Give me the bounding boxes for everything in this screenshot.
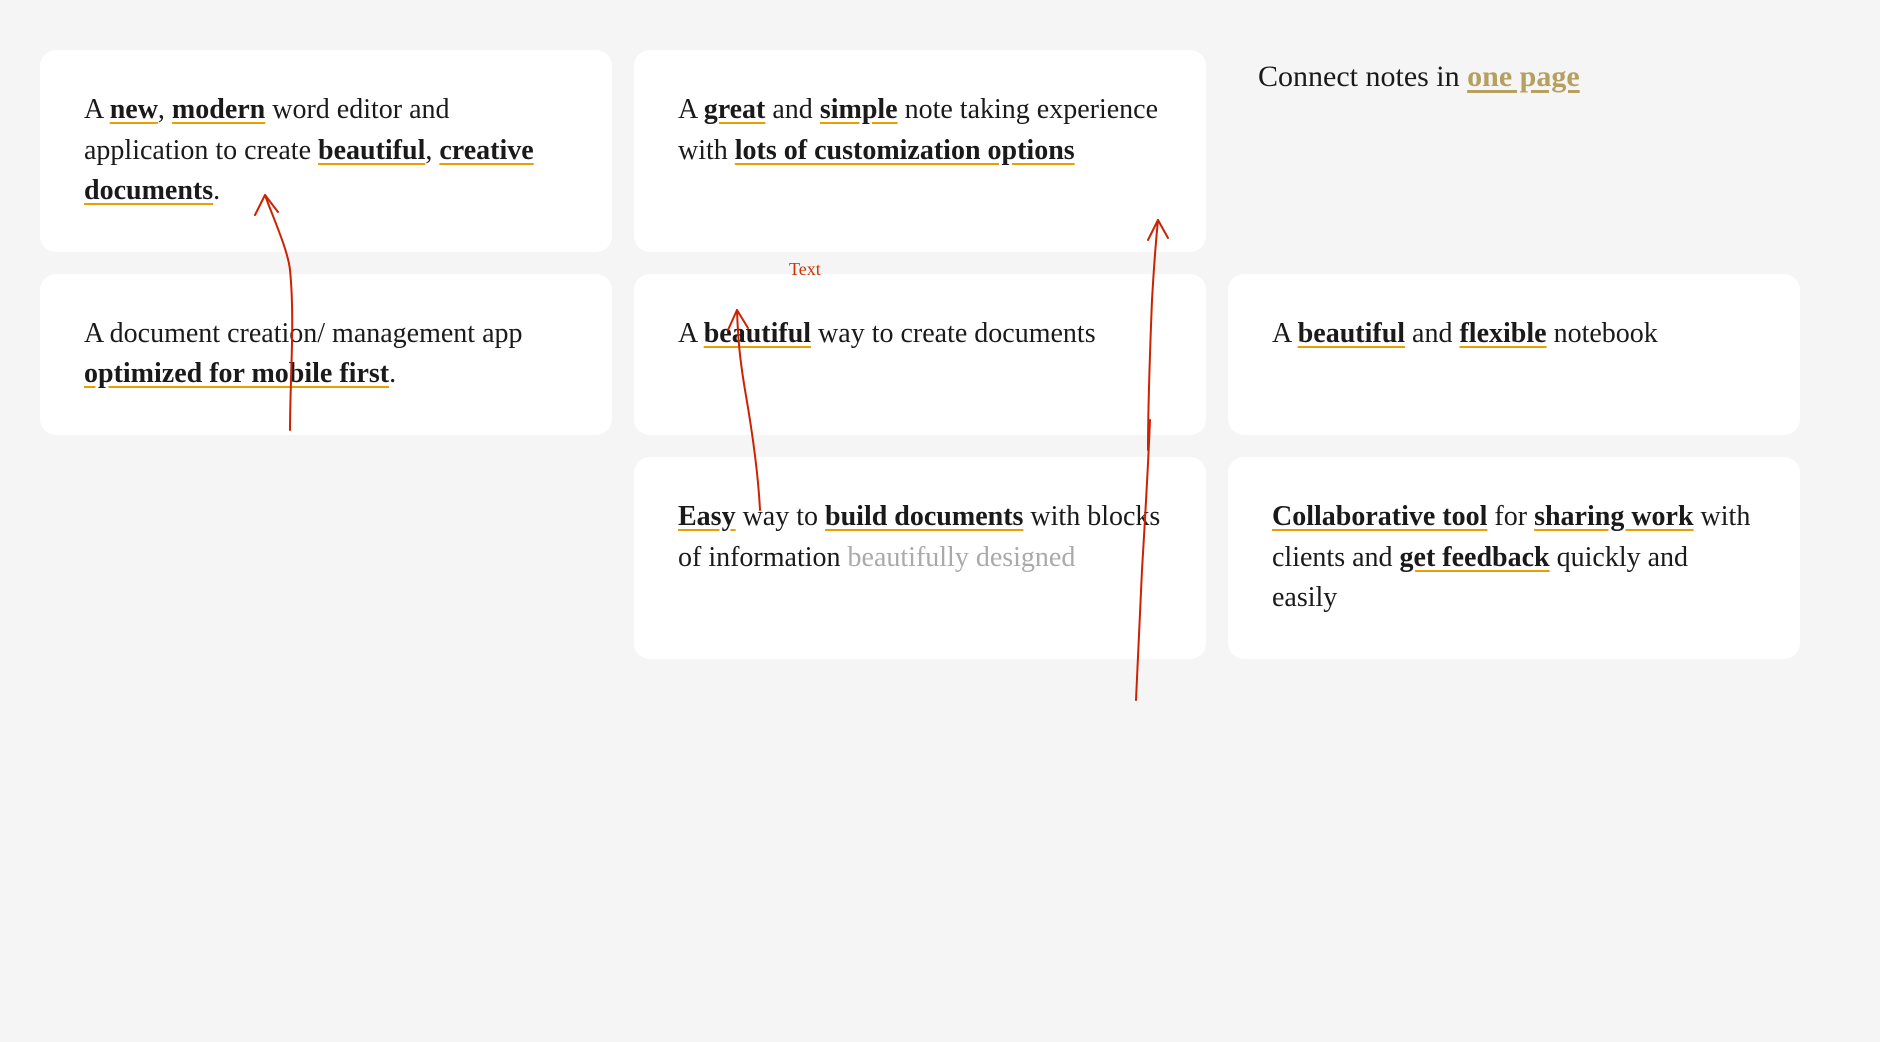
card1-beautiful: beautiful [318,135,425,166]
card1-comma1: , [158,94,172,125]
card6-faded: beautifully designed [848,542,1076,573]
card1-prefix: A [84,94,110,125]
card3-optimized: optimized for mobile first [84,358,389,389]
card2-great: great [704,94,766,125]
card1-creative: creative [439,135,533,166]
card7-sharing: sharing work [1534,501,1693,532]
card1-documents: documents [84,175,213,206]
card-word-editor: A new, modern word editor and applicatio… [40,50,612,252]
grid-layout: Connect notes in one page A new, modern … [0,0,1880,699]
card2-lots: lots of customization options [735,135,1075,166]
card4-beautiful: beautiful [704,318,811,349]
card7-middle1: for [1487,501,1534,532]
card-build-documents: Easy way to build documents with blocks … [634,457,1206,659]
page-wrapper: Connect notes in one page A new, modern … [0,0,1880,1042]
card1-suffix: . [213,175,220,206]
card-mobile-first: A document creation/ management app opti… [40,274,612,435]
card-collaborative: Collaborative tool for sharing work with… [1228,457,1800,659]
connect-header: Connect notes in one page [1228,50,1800,104]
card-note-taking: A great and simple note taking experienc… [634,50,1206,252]
card5-prefix: A [1272,318,1298,349]
card7-feedback: get feedback [1400,542,1550,573]
card2-and: and [765,94,819,125]
card2-prefix: A [678,94,704,125]
card6-middle1: way to [736,501,825,532]
connect-link: Connect [1258,60,1358,93]
card3-prefix: A document creation/ management app [84,318,523,349]
card4-suffix: way to create documents [811,318,1096,349]
card1-new: new [110,94,158,125]
card1-modern: modern [172,94,265,125]
one-page-link: one page [1467,60,1580,93]
card-notebook: A beautiful and flexible notebook [1228,274,1800,435]
notes-in-text: notes in [1358,60,1467,93]
card7-collaborative: Collaborative tool [1272,501,1487,532]
card6-easy: Easy [678,501,736,532]
text-annotation: Text [789,256,821,282]
card5-beautiful: beautiful [1298,318,1405,349]
card5-suffix: notebook [1547,318,1658,349]
card-beautiful-way: A beautiful way to create documents Text [634,274,1206,435]
card4-prefix: A [678,318,704,349]
card5-and: and [1405,318,1459,349]
card3-suffix: . [389,358,396,389]
card5-flexible: flexible [1459,318,1546,349]
card2-simple: simple [820,94,898,125]
card1-comma2: , [425,135,439,166]
card6-build: build documents [825,501,1023,532]
